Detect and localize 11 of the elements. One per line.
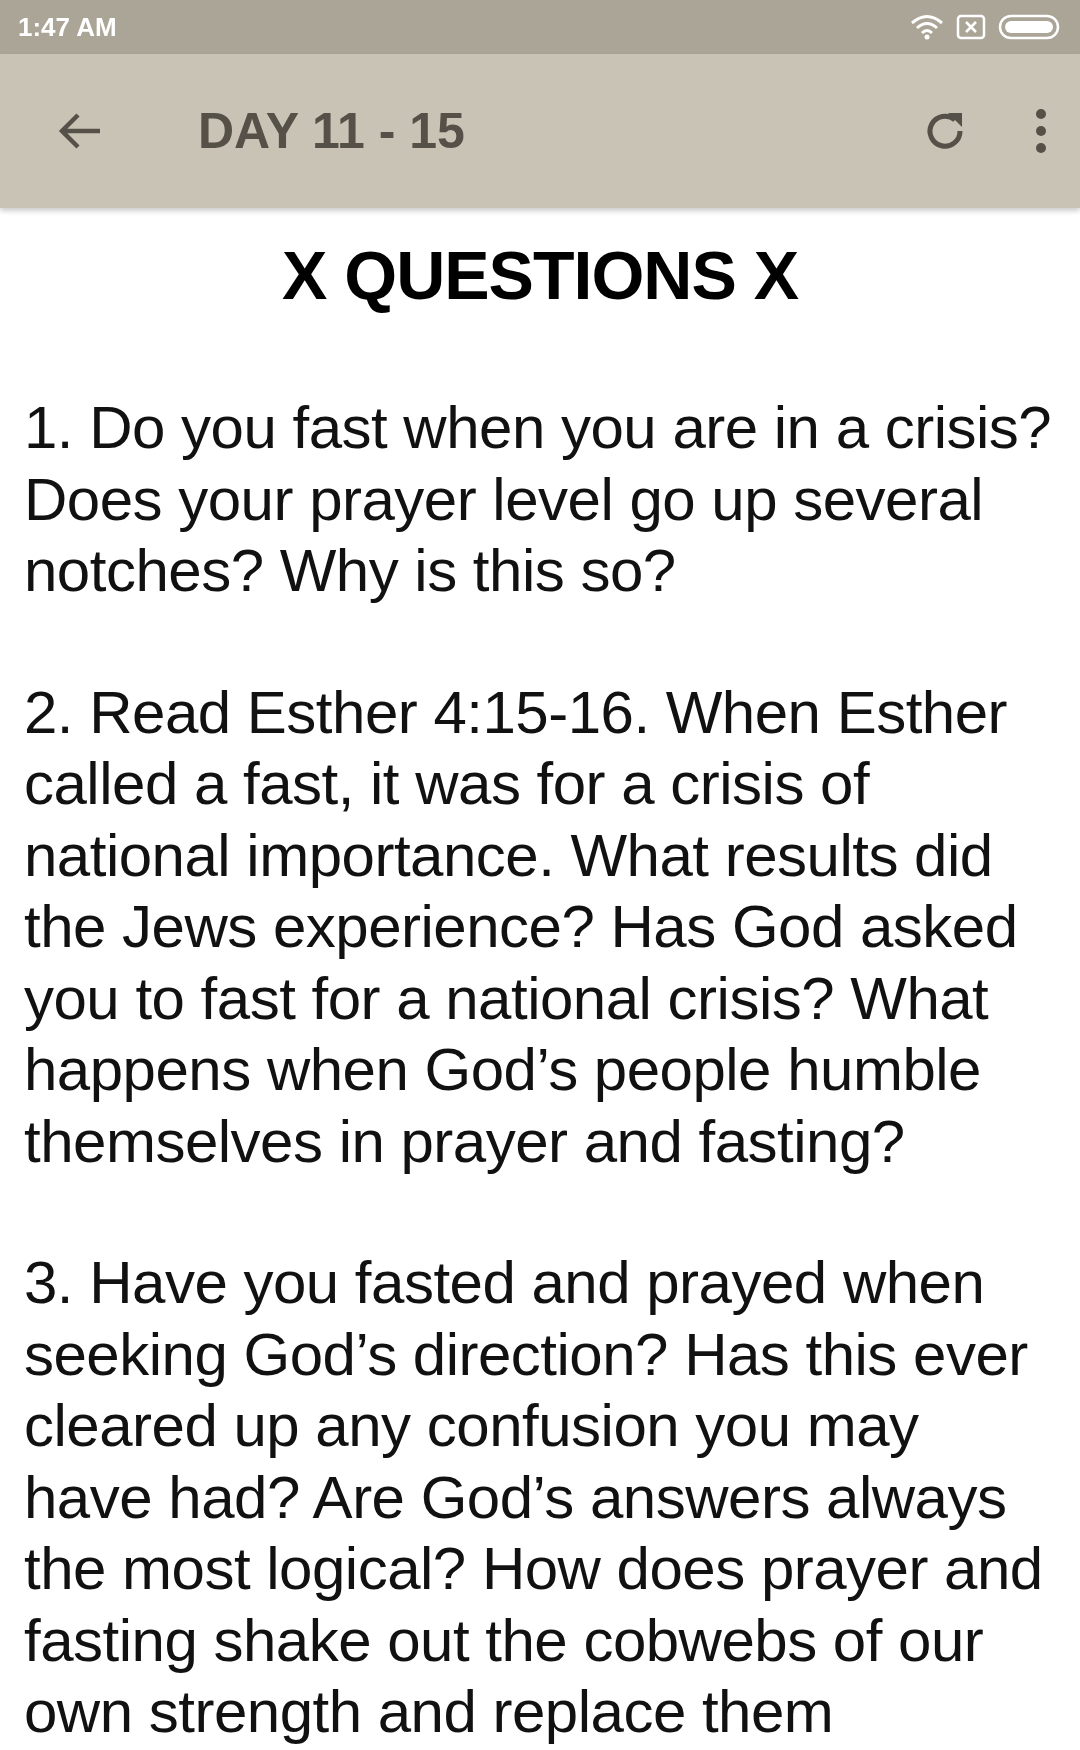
status-time: 1:47 AM [18,11,117,43]
question-paragraph: 1. Do you fast when you are in a crisis? Does your prayer level go up several notches? Why is this so? [24,393,1053,606]
question-paragraph: 3. Have you fasted and prayed when seeking God’s direction? Has this ever cleared up any confusion you may have had? Are God’s answers always the most logical? How does prayer and fasting shake out the cobwebs of our own strength and replace them [24,1248,1044,1747]
screen-title: DAY 11 - 15 [198,102,466,160]
back-arrow-icon [58,111,102,151]
page-heading: X QUESTIONS X [281,236,800,314]
wifi-icon [910,14,944,40]
question-paragraph: 2. Read Esther 4:15-16. When Esther called a fast, it was for a crisis of national importance. What results did the Jews experience? Has God asked you to fast for a national crisis? What happens when God’s people humble themselves in prayer and fasting? [24,677,1019,1177]
sim-icon [956,14,986,40]
battery-icon [998,13,1062,41]
more-icon [1034,108,1048,154]
